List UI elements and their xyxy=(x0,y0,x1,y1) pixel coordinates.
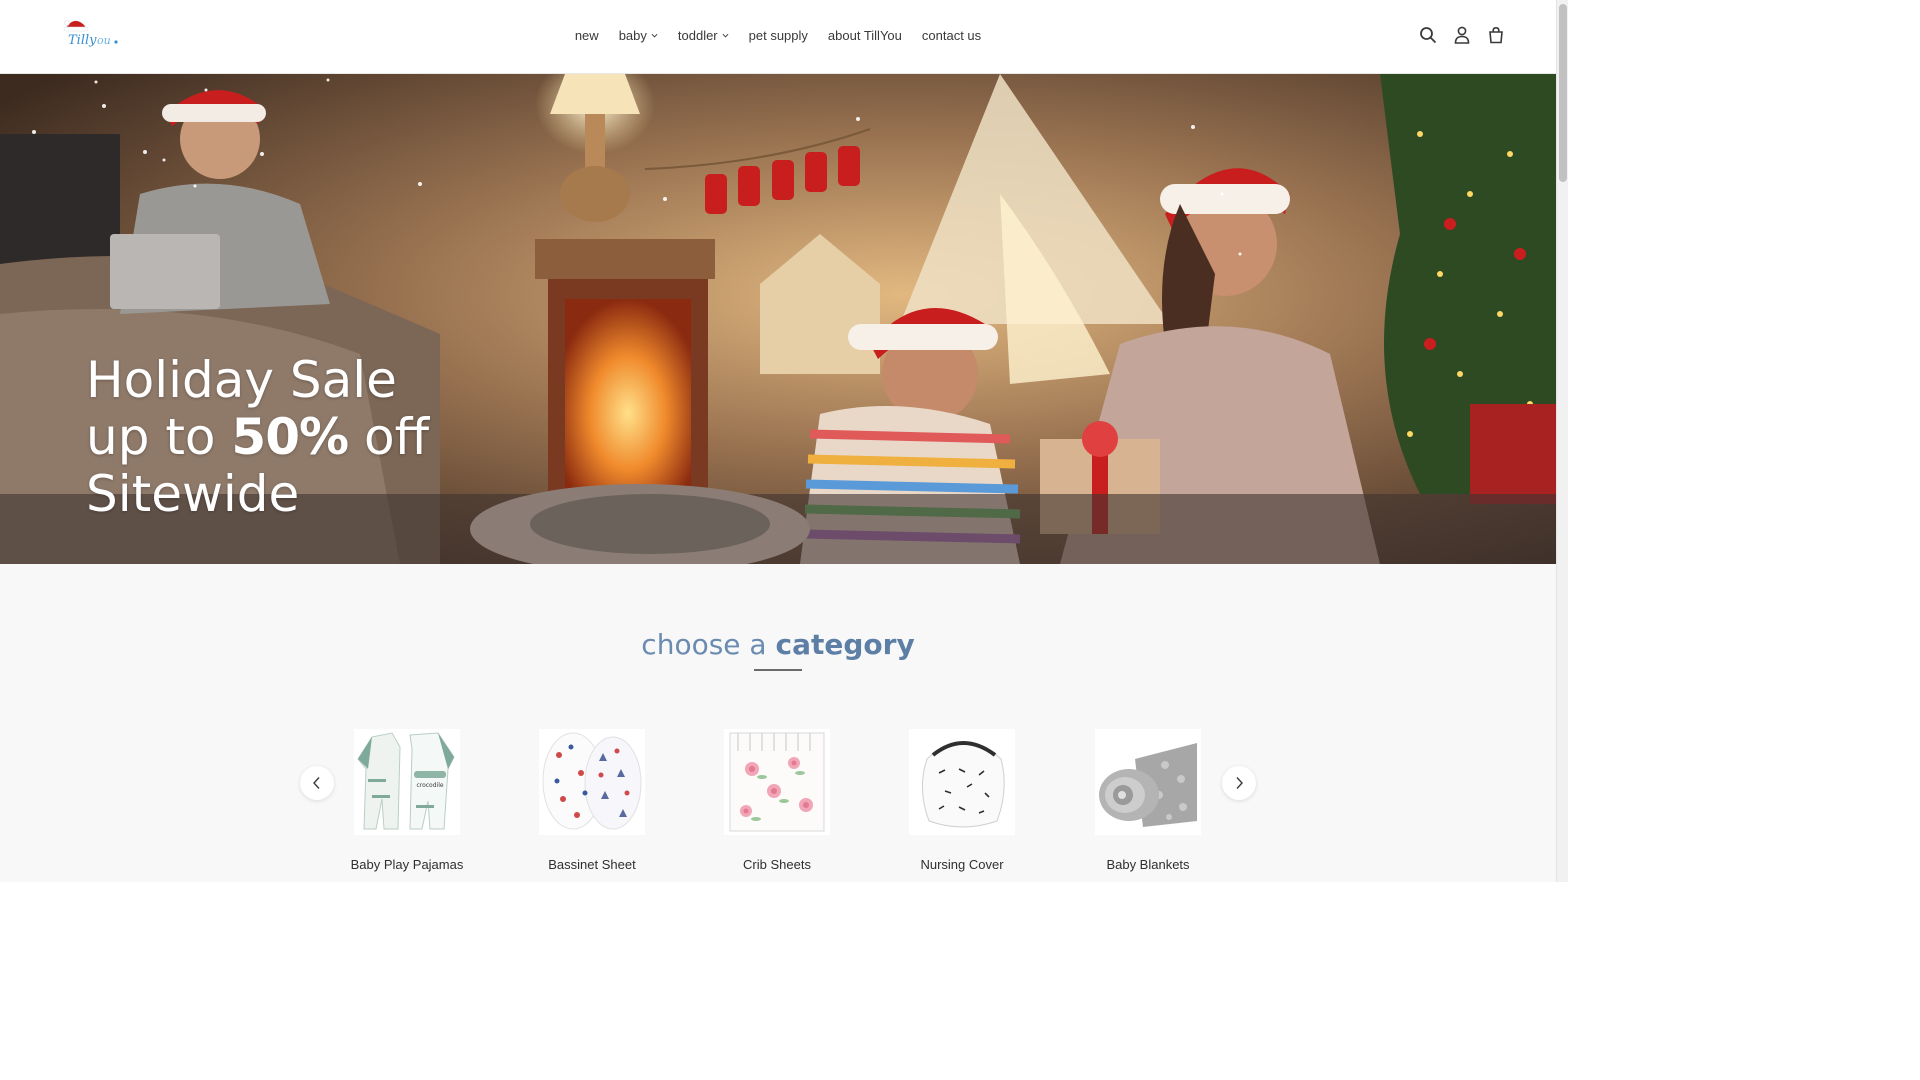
chevron-down-icon xyxy=(722,33,729,38)
nav-label: new xyxy=(574,28,599,43)
chevron-left-icon xyxy=(313,777,320,789)
nav-item-toddler[interactable]: toddler xyxy=(668,28,739,43)
hero-line-1: Holiday Sale xyxy=(86,351,397,409)
category-item-bassinet-sheet[interactable]: Bassinet Sheet xyxy=(517,729,667,872)
search-icon[interactable] xyxy=(1418,24,1438,46)
nav-item-pet-supply[interactable]: pet supply xyxy=(739,28,818,43)
nav-label: toddler xyxy=(677,28,718,43)
baby-blankets-image xyxy=(1095,729,1201,835)
main-nav: new baby toddler pet supply about TillYo… xyxy=(0,28,1556,43)
title-underline xyxy=(754,669,802,671)
nav-label: about TillYou xyxy=(827,28,902,43)
category-title-bold: category xyxy=(775,628,915,661)
nursing-cover-image xyxy=(909,729,1015,835)
account-icon[interactable] xyxy=(1452,24,1472,46)
hero-line-3: Sitewide xyxy=(86,465,300,523)
category-item-baby-play-pajamas[interactable]: crocodile Baby Play Pajamas xyxy=(332,729,482,872)
page-scrollbar[interactable] xyxy=(1556,0,1568,882)
hero-line-2-pre: up to xyxy=(86,408,232,466)
header-icons xyxy=(1418,24,1506,46)
cart-icon[interactable] xyxy=(1486,24,1506,46)
category-label: Nursing Cover xyxy=(920,857,1004,872)
hero-headline: Holiday Sale up to 50% off Sitewide xyxy=(86,352,429,523)
category-label: Crib Sheets xyxy=(743,857,811,872)
nav-item-new[interactable]: new xyxy=(565,28,609,43)
bassinet-sheet-image xyxy=(539,729,645,835)
category-label: Bassinet Sheet xyxy=(548,857,636,872)
chevron-right-icon xyxy=(1236,777,1243,789)
category-title-light: choose a xyxy=(641,628,776,661)
svg-text:crocodile: crocodile xyxy=(416,782,443,789)
category-item-crib-sheets[interactable]: Crib Sheets xyxy=(702,729,852,872)
carousel-next-button[interactable] xyxy=(1222,766,1256,800)
scrollbar-thumb[interactable] xyxy=(1559,4,1567,182)
chevron-down-icon xyxy=(651,33,658,38)
hero-line-2: up to 50% off xyxy=(86,409,429,466)
hero-discount: 50% xyxy=(231,408,349,466)
nav-label: contact us xyxy=(921,28,982,43)
carousel-prev-button[interactable] xyxy=(300,766,334,800)
nav-label: pet supply xyxy=(748,28,808,43)
baby-play-pajamas-image: crocodile xyxy=(354,729,460,835)
category-label: Baby Play Pajamas xyxy=(350,857,464,872)
category-label: Baby Blankets xyxy=(1106,857,1190,872)
nav-item-about[interactable]: about TillYou xyxy=(818,28,912,43)
site-header: Tilly ou new baby toddler pet supply abo… xyxy=(0,0,1556,74)
nav-item-contact[interactable]: contact us xyxy=(912,28,991,43)
hero-banner[interactable]: Holiday Sale up to 50% off Sitewide xyxy=(0,74,1556,564)
nav-item-baby[interactable]: baby xyxy=(609,28,668,43)
category-section: choose a category crocodile Baby Play Pa… xyxy=(0,564,1556,882)
crib-sheets-image xyxy=(724,729,830,835)
category-title: choose a category xyxy=(0,628,1556,661)
category-item-baby-blankets[interactable]: Baby Blankets xyxy=(1073,729,1223,872)
nav-label: baby xyxy=(618,28,647,43)
category-item-nursing-cover[interactable]: Nursing Cover xyxy=(887,729,1037,872)
hero-line-2-post: off xyxy=(348,408,430,466)
